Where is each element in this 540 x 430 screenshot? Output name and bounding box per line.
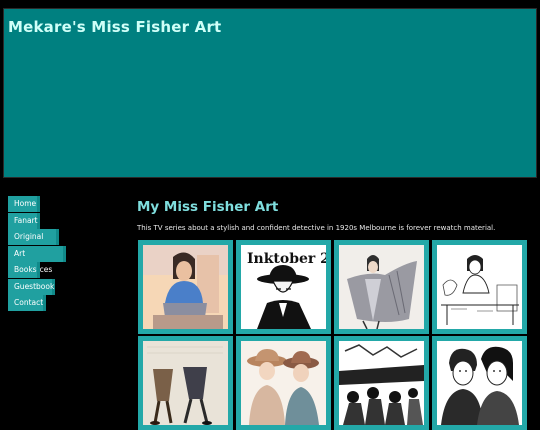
thumb-crowd-ink-scene[interactable] [334, 336, 429, 430]
thumb-inktober-hat-man[interactable]: Inktober 2 [236, 240, 331, 334]
site-title[interactable]: Mekare's Miss Fisher Art [8, 18, 221, 36]
artwork-table-sketch [437, 245, 522, 329]
nav-item-contact[interactable]: Contact [8, 295, 46, 311]
nav-item-books[interactable]: Books [8, 262, 40, 278]
nav-item-fanart[interactable]: Fanart [8, 212, 40, 229]
thumb-couple-portrait[interactable] [432, 336, 527, 430]
nav-item-art-resources[interactable]: Art Resources [8, 245, 66, 274]
artwork-image [339, 341, 424, 425]
page-title: My Miss Fisher Art [137, 199, 279, 215]
artwork-image [143, 341, 228, 425]
thumb-woman-spreading-shawl[interactable] [334, 240, 429, 334]
artwork-shawl-woman [339, 245, 424, 329]
thumb-dancing-legs[interactable] [138, 336, 233, 430]
thumb-woman-at-table-sketch[interactable] [432, 240, 527, 334]
art-gallery: Inktober 2 [137, 240, 537, 430]
artwork-image [437, 341, 522, 425]
site-banner: Mekare's Miss Fisher Art [3, 8, 537, 178]
artwork-couple-portrait [437, 341, 522, 425]
artwork-dancing-legs [143, 341, 228, 425]
intro-text: This TV series about a stylish and confi… [137, 224, 496, 232]
nav-item-home[interactable]: Home [8, 196, 40, 212]
thumb-seated-woman-blue-top[interactable] [138, 240, 233, 334]
sidebar-nav: Home Fanart Original Art Art Resources B… [8, 196, 66, 312]
nav-item-original-art[interactable]: Original Art [8, 229, 59, 257]
thumb-two-women-in-hats[interactable] [236, 336, 331, 430]
artwork-crowd-scene [339, 341, 424, 425]
artwork-image [143, 245, 228, 329]
artwork-image [437, 245, 522, 329]
artwork-image [241, 341, 326, 425]
artwork-inktober-man: Inktober 2 [241, 245, 326, 329]
artwork-image: Inktober 2 [241, 245, 326, 329]
artwork-caption: Inktober 2 [247, 251, 326, 267]
artwork-image [339, 245, 424, 329]
artwork-seated-woman [143, 245, 228, 329]
nav-item-guestbook[interactable]: Guestbook [8, 278, 55, 295]
artwork-two-women-hats [241, 341, 326, 425]
